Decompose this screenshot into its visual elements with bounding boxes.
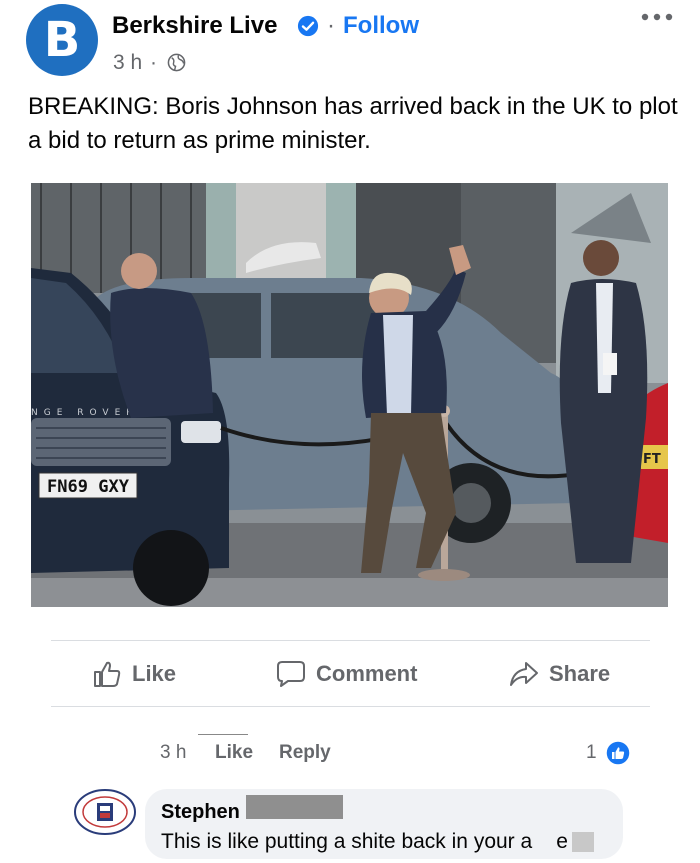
more-options-icon[interactable] [640,10,674,24]
share-icon [510,662,538,686]
like-icon [94,661,121,687]
page-avatar-letter: B [43,12,81,68]
comment-timestamp[interactable]: 3 h [160,742,186,764]
comment-thread-line [198,734,248,735]
comment-text: This is like putting a shite back in you… [161,830,568,854]
license-plate: FN69 GXY [47,477,130,497]
redacted-word-part [572,832,594,852]
commenter-avatar-icon[interactable] [74,789,136,835]
verified-icon [297,15,319,37]
comment-like-button[interactable]: Like [215,742,253,764]
comment-reaction-count[interactable]: 1 [586,742,597,764]
divider-bottom [51,706,650,707]
car-badge: NGE ROVER [31,408,139,418]
follow-button[interactable]: Follow [343,12,419,40]
page-avatar[interactable]: B [26,4,98,76]
timestamp-separator: · [150,51,157,74]
share-label: Share [549,661,611,686]
globe-icon [167,53,186,72]
comment-author[interactable]: Stephen [161,801,240,824]
divider-top [51,640,650,641]
redacted-surname [246,795,343,819]
comment-text-end: e [556,830,568,853]
rear-plate: FT [643,452,661,467]
like-badge-icon [605,740,631,766]
post-timestamp[interactable]: 3 h [113,51,142,75]
comment-reply-button[interactable]: Reply [279,742,331,764]
header-separator: · [327,12,335,39]
comment-icon [277,661,305,687]
post-photo[interactable]: NGE ROVER FN69 GXY FT [31,183,668,607]
comment-label: Comment [316,661,418,686]
like-label: Like [132,661,177,686]
like-button[interactable]: Like [92,654,176,694]
comment-text-start: This is like putting a shite back in you… [161,830,533,853]
page-name[interactable]: Berkshire Live [112,12,277,40]
share-button[interactable]: Share [509,654,610,694]
post-text: BREAKING: Boris Johnson has arrived back… [28,93,678,154]
comment-button[interactable]: Comment [276,654,417,694]
